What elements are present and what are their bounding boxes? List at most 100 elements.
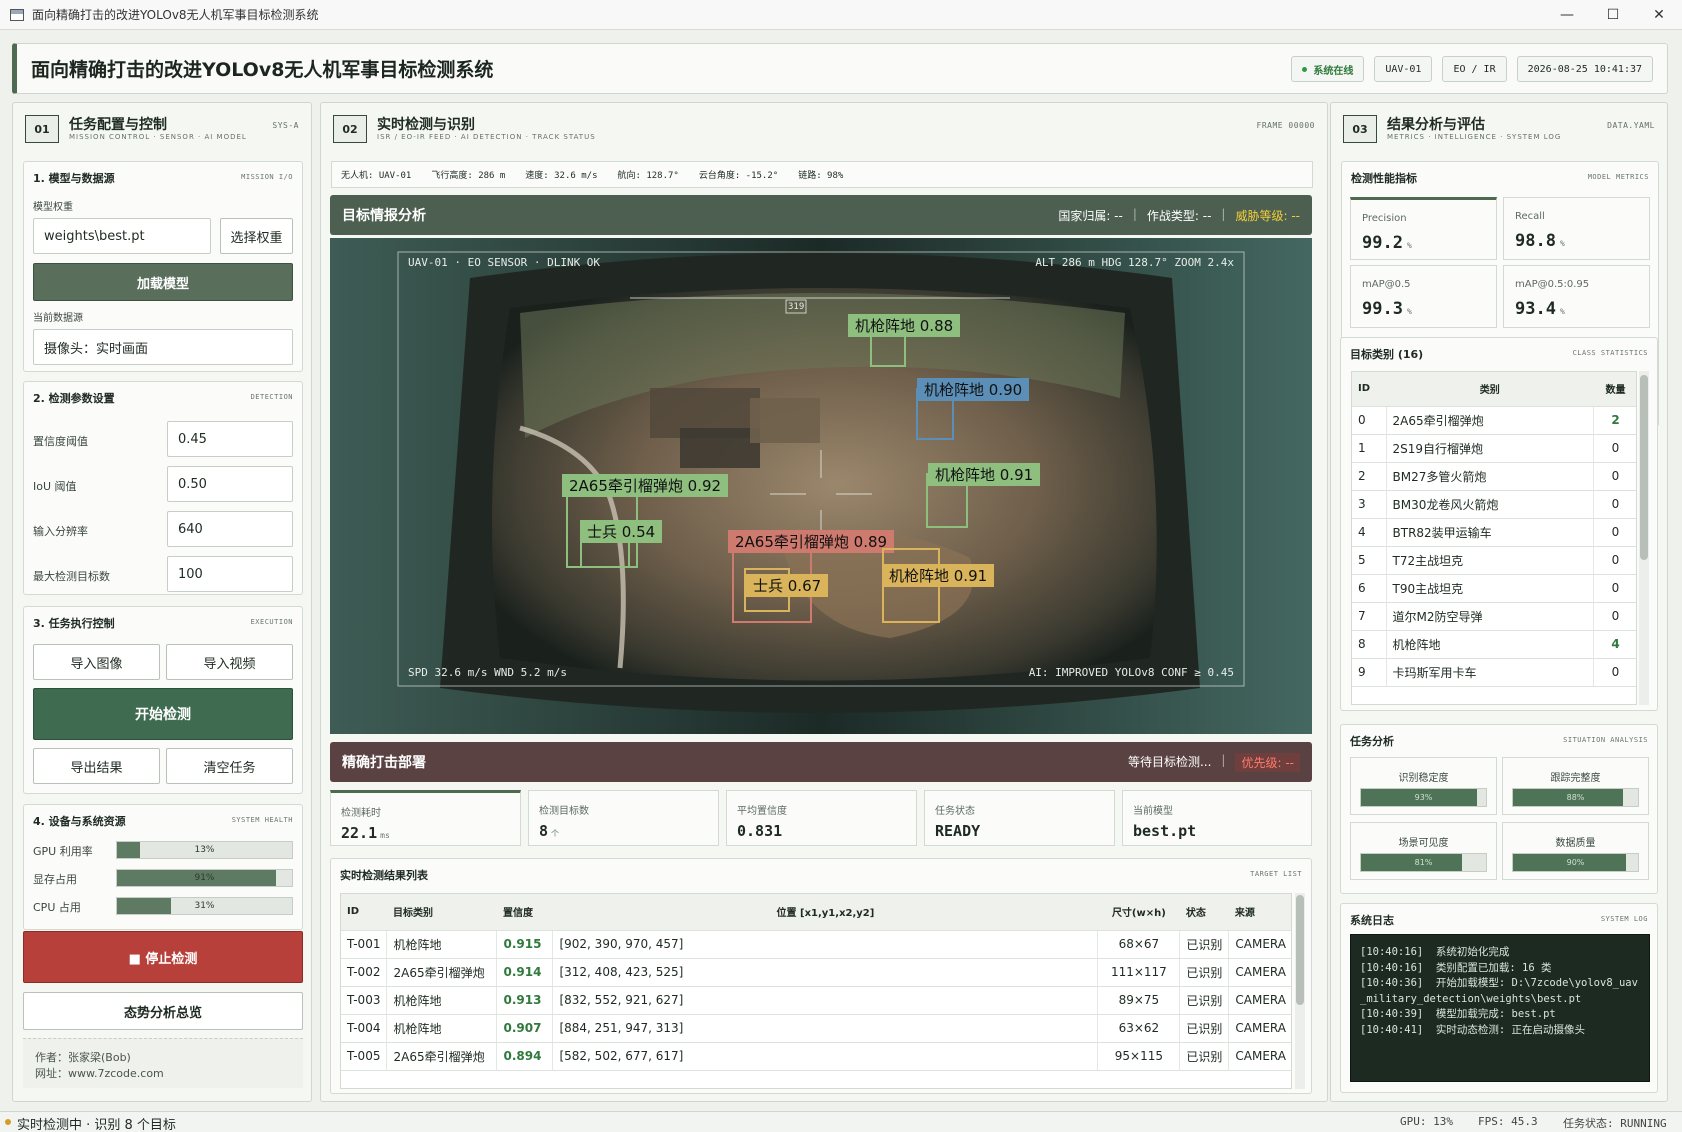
class-cell: 6 [1352, 574, 1387, 603]
cpu-usage-bar: 31% [116, 897, 293, 915]
classes-column-header[interactable]: 数量 [1593, 372, 1636, 407]
classes-column-header[interactable]: 类别 [1386, 372, 1594, 407]
table-row[interactable]: T-005 2A65牵引榴弹炮 0.894 [582, 502, 677, 617] 9… [341, 1042, 1291, 1071]
table-cell: CAMERA [1228, 986, 1291, 1015]
situation-overview-button[interactable]: 态势分析总览 [23, 992, 303, 1030]
class-row[interactable]: 1 2S19自行榴弹炮 0 [1352, 434, 1636, 463]
conf-threshold-input[interactable]: 0.45 [167, 421, 293, 457]
threat-level-field: 威胁等级: -- [1235, 208, 1300, 223]
card-tag: MODEL METRICS [1587, 173, 1649, 181]
results-column-header[interactable]: 目标类别 [386, 894, 497, 931]
class-row[interactable]: 2 BM27多管火箭炮 0 [1352, 462, 1636, 491]
close-icon[interactable]: ✕ [1636, 0, 1682, 30]
weights-input[interactable]: weights\best.pt [33, 218, 211, 254]
resolution-input[interactable]: 640 [167, 511, 293, 547]
classes-scrollbar[interactable] [1639, 371, 1649, 705]
table-row[interactable]: T-001 机枪阵地 0.915 [902, 390, 970, 457] 68×67 已… [341, 930, 1291, 959]
max-det-input[interactable]: 100 [167, 556, 293, 592]
video-feed[interactable]: UAV-01 · EO SENSOR · DLINK OK ALT 286 m … [330, 238, 1312, 734]
panel-title: 任务配置与控制 [69, 117, 167, 133]
telemetry-bar: 无人机: UAV-01 飞行高度: 286 m 速度: 32.6 m/s 航向: 12… [331, 161, 1313, 188]
author-box: 作者：张家梁(Bob) 网址：www.7zcode.com [23, 1038, 303, 1088]
stat-current-model: 当前模型 best.pt [1122, 790, 1312, 846]
log-line: [10:40:39] 模型加载完成: best.pt [1360, 1008, 1556, 1020]
results-column-header[interactable]: 来源 [1228, 894, 1291, 931]
maximize-icon[interactable]: ☐ [1590, 0, 1636, 30]
results-column-header[interactable]: ID [341, 894, 387, 931]
gpu-usage-bar: 13% [116, 841, 293, 859]
card-title: 3. 任务执行控制 [33, 617, 115, 630]
minimize-icon[interactable]: — [1544, 0, 1590, 30]
card-title: 检测性能指标 [1351, 172, 1417, 185]
precision-unit: % [1406, 241, 1412, 250]
status-message: 实时检测中 · 识别 8 个目标 [17, 1118, 176, 1132]
export-results-button[interactable]: 导出结果 [33, 748, 160, 784]
class-row[interactable]: 9 卡玛斯军用卡车 0 [1352, 658, 1636, 687]
results-column-header[interactable]: 尺寸(w×h) [1097, 894, 1180, 931]
card-title: 实时检测结果列表 [340, 869, 428, 882]
table-row[interactable]: T-004 机枪阵地 0.907 [884, 251, 947, 313] 63×62 已… [341, 1014, 1291, 1043]
classes-column-header[interactable]: ID [1352, 372, 1386, 407]
classes-table-container[interactable]: ID 类别 数量 0 2A65牵引榴弹炮 2 1 2S19自行榴弹炮 0 2 BM27多管火箭炮 0… [1351, 371, 1637, 705]
card-tag: DETECTION [250, 393, 293, 401]
results-column-header[interactable]: 位置 [x1,y1,x2,y2] [552, 894, 1098, 931]
system-log-console[interactable]: [10:40:16] 系统初始化完成 [10:40:16] 类别配置已加载: 16… [1350, 934, 1650, 1082]
website-link[interactable]: 网址：www.7zcode.com [35, 1065, 164, 1081]
class-cell: 3 [1352, 490, 1387, 519]
app-icon [10, 8, 24, 21]
iou-threshold-input[interactable]: 0.50 [167, 466, 293, 502]
class-row[interactable]: 0 2A65牵引榴弹炮 2 [1352, 406, 1636, 435]
results-scrollbar-thumb[interactable] [1296, 895, 1304, 1005]
class-row[interactable]: 8 机枪阵地 4 [1352, 630, 1636, 659]
stat-label: 平均置信度 [737, 806, 787, 817]
telemetry-item: 云台角度: -15.2° [698, 171, 779, 181]
class-cell: 0 [1593, 518, 1636, 547]
card-tag: TARGET LIST [1250, 870, 1302, 878]
class-cell: 1 [1352, 434, 1387, 463]
class-row[interactable]: 5 T72主战坦克 0 [1352, 546, 1636, 575]
results-table-container[interactable]: ID 目标类别 置信度 位置 [x1,y1,x2,y2] 尺寸(w×h) 状态 来源 T-0… [340, 893, 1292, 1089]
classes-scrollbar-thumb[interactable] [1640, 375, 1648, 560]
stat-label: 检测目标数 [539, 806, 589, 817]
results-scrollbar[interactable] [1295, 893, 1305, 1089]
nation-field: 国家归属: -- [1058, 208, 1123, 223]
clear-task-button[interactable]: 清空任务 [166, 748, 293, 784]
import-image-button[interactable]: 导入图像 [33, 644, 160, 680]
table-cell: 已识别 [1179, 930, 1230, 959]
class-row[interactable]: 6 T90主战坦克 0 [1352, 574, 1636, 603]
class-cell: T90主战坦克 [1386, 574, 1594, 603]
map50-value: 99.3 [1362, 299, 1403, 319]
import-video-button[interactable]: 导入视频 [166, 644, 293, 680]
table-cell: [312, 408, 423, 525] [552, 958, 1099, 987]
stat-value: READY [935, 822, 981, 840]
stat-avg-conf: 平均置信度 0.831 [726, 790, 917, 846]
log-line: [10:40:36] 开始加载模型: D:\7zcode\yolov8_uav_… [1360, 977, 1638, 1005]
map50-unit: % [1406, 307, 1412, 316]
start-detection-button[interactable]: 开始检测 [33, 688, 293, 740]
card-tag: EXECUTION [250, 618, 293, 626]
priority-badge: 优先级: -- [1235, 752, 1300, 772]
choose-weights-button[interactable]: 选择权重 [220, 218, 293, 254]
metric-label: Precision [1362, 213, 1407, 224]
class-row[interactable]: 4 BTR82装甲运输车 0 [1352, 518, 1636, 547]
table-cell: CAMERA [1228, 1042, 1291, 1071]
results-table: ID 目标类别 置信度 位置 [x1,y1,x2,y2] 尺寸(w×h) 状态 来源 T-0… [341, 894, 1291, 1071]
results-column-header[interactable]: 状态 [1179, 894, 1229, 931]
table-row[interactable]: T-002 2A65牵引榴弹炮 0.914 [312, 408, 423, 525] 1… [341, 958, 1291, 987]
recall-unit: % [1559, 239, 1565, 248]
source-field[interactable]: 摄像头：实时画面 [33, 329, 293, 365]
panel-number: 02 [333, 115, 367, 143]
stop-detection-button[interactable]: ■ 停止检测 [23, 931, 303, 983]
class-row[interactable]: 7 道尔M2防空导弹 0 [1352, 602, 1636, 631]
class-row[interactable]: 3 BM30龙卷风火箭炮 0 [1352, 490, 1636, 519]
results-column-header[interactable]: 置信度 [496, 894, 553, 931]
load-model-button[interactable]: 加载模型 [33, 263, 293, 301]
detection-label: 机枪阵地 0.88 [848, 314, 961, 337]
classes-card: 目标类别 (16) CLASS STATISTICS ID 类别 数量 0 2A65牵… [1340, 337, 1658, 711]
detection-box[interactable] [870, 333, 906, 367]
system-online-badge: 系统在线 [1291, 56, 1365, 82]
system-status-text: 系统在线 [1313, 65, 1354, 77]
panel-subtitle: MISSION CONTROL · SENSOR · AI MODEL [69, 133, 247, 141]
class-cell: 0 [1593, 658, 1636, 687]
table-row[interactable]: T-003 机枪阵地 0.913 [832, 552, 921, 627] 89×75 已… [341, 986, 1291, 1015]
